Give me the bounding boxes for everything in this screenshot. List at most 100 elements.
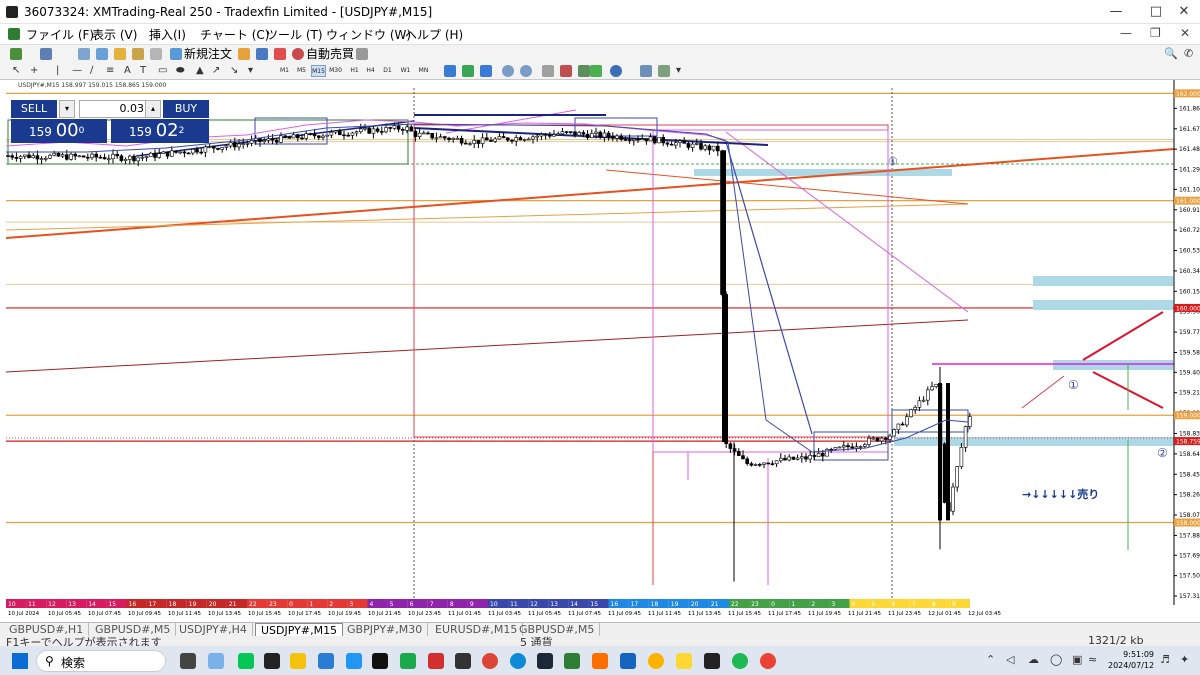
tab-gbpjpy-m30[interactable]: GBPJPY#,M30 [342, 623, 429, 637]
chrome-icon[interactable] [482, 653, 498, 669]
buy-button[interactable]: BUY [163, 100, 209, 118]
line-app-icon[interactable] [238, 653, 254, 669]
vertical-line-icon[interactable]: | [56, 64, 59, 78]
spotify-icon[interactable] [732, 653, 748, 669]
lot-down-icon[interactable]: ▾ [59, 100, 75, 118]
app-pin-icon[interactable] [564, 653, 580, 669]
ellipse-icon[interactable]: ⬬ [176, 64, 185, 78]
zoom-in-icon[interactable] [502, 65, 514, 77]
timeframe-m30[interactable]: M30 [328, 65, 343, 77]
menu-tools[interactable]: ツール (T) [266, 26, 323, 43]
timeframe-w1[interactable]: W1 [398, 65, 413, 77]
word-icon[interactable] [318, 653, 334, 669]
tray-pen-icon[interactable]: ◁ [1006, 653, 1014, 666]
mdi-minimize-icon[interactable]: — [1120, 26, 1132, 40]
auto-scroll-icon[interactable] [560, 65, 572, 77]
new-order-icon[interactable] [170, 48, 182, 60]
timeframe-h4[interactable]: H4 [363, 65, 378, 77]
app-check-icon[interactable] [290, 653, 306, 669]
taskbar-search[interactable]: ⚲ 検索 [36, 650, 166, 672]
auto-trading-icon[interactable] [292, 48, 304, 60]
windows-start-icon[interactable] [12, 653, 28, 669]
crosshair-icon[interactable]: + [30, 64, 38, 78]
sell-price[interactable]: 159 000 [11, 119, 107, 143]
minimize-icon[interactable]: — [1096, 2, 1136, 22]
triangle-icon[interactable]: ▲ [196, 64, 204, 78]
search-icon[interactable]: 🔍 [1164, 47, 1178, 61]
chart-area[interactable]: 161.860 161.670 161.480 161.290 161.105 160.9… [6, 80, 1200, 620]
taskbar-clock[interactable]: 9:51:09 2024/07/12 [1108, 649, 1154, 671]
data-window-icon[interactable] [96, 48, 108, 60]
horizontal-line-icon[interactable]: — [72, 64, 82, 78]
tab-usdjpy-m15[interactable]: USDJPY#,M15 [255, 623, 344, 637]
menu-insert[interactable]: 挿入(I) [149, 26, 186, 43]
menu-help[interactable]: ヘルプ (H) [405, 26, 463, 43]
xm-app-icon[interactable] [372, 653, 388, 669]
timeframe-mn[interactable]: MN [416, 65, 431, 77]
toolbar-more-icon[interactable]: ▾ [676, 64, 681, 78]
app-fx-icon[interactable] [428, 653, 444, 669]
app-bolt-icon[interactable] [620, 653, 636, 669]
trendline-icon[interactable]: ∕ [90, 64, 93, 78]
sell-button[interactable]: SELL [11, 100, 57, 118]
steam-icon[interactable] [537, 653, 553, 669]
tray-chevron-icon[interactable]: ⌃ [986, 653, 995, 666]
templates-icon[interactable] [640, 65, 652, 77]
tab-eurusd-m15[interactable]: EURUSD#,M15 [430, 623, 524, 637]
price-chart[interactable]: 161.860 161.670 161.480 161.290 161.105 160.9… [6, 80, 1200, 620]
channel-icon[interactable]: ≡ [106, 64, 114, 78]
chrome-profile-icon[interactable] [760, 653, 776, 669]
community-icon[interactable]: ✆ [1184, 47, 1193, 61]
tile-windows-icon[interactable] [542, 65, 554, 77]
tray-app-icon[interactable]: ▣ [1072, 653, 1082, 666]
copilot-icon[interactable]: ✦ [1180, 653, 1189, 666]
buy-price[interactable]: 159 022 [111, 119, 209, 143]
task-view-icon[interactable] [180, 653, 196, 669]
lot-up-icon[interactable]: ▴ [145, 100, 161, 118]
line-chart-icon[interactable] [480, 65, 492, 77]
edge-icon[interactable] [510, 653, 526, 669]
new-chart-icon[interactable] [10, 48, 22, 60]
print-icon[interactable] [356, 48, 368, 60]
app-green-icon[interactable] [400, 653, 416, 669]
objects-icon[interactable] [658, 65, 670, 77]
candlestick-icon[interactable] [462, 65, 474, 77]
rectangle-icon[interactable]: ▭ [158, 64, 167, 78]
app-dark-icon[interactable] [455, 653, 471, 669]
notification-bell-icon[interactable]: ♬ [1160, 653, 1170, 666]
close-icon[interactable]: ✕ [1164, 2, 1200, 22]
auto-trading-button[interactable]: 自動売買 [306, 47, 354, 61]
tab-usdjpy-h4[interactable]: USDJPY#,H4 [174, 623, 253, 637]
signals-icon[interactable] [256, 48, 268, 60]
tray-sync-icon[interactable]: ◯ [1050, 653, 1062, 666]
periods-icon[interactable] [610, 65, 622, 77]
mdi-restore-icon[interactable]: ❐ [1150, 26, 1161, 40]
mdi-close-icon[interactable]: ✕ [1180, 26, 1190, 40]
navigator-icon[interactable] [114, 48, 126, 60]
tester-icon[interactable] [150, 48, 162, 60]
lot-size-input[interactable]: 0.03 [79, 100, 149, 118]
arrow-down-icon[interactable]: ↘ [230, 64, 238, 78]
zoom-out-icon[interactable] [520, 65, 532, 77]
sticky-notes-icon[interactable] [676, 653, 692, 669]
app-w-icon[interactable] [346, 653, 362, 669]
more-tools-icon[interactable]: ▾ [248, 64, 253, 78]
menu-view[interactable]: 表示 (V) [92, 26, 137, 43]
menu-chart[interactable]: チャート (C) [200, 26, 269, 43]
cursor-icon[interactable]: ↖ [12, 64, 20, 78]
menu-window[interactable]: ウィンドウ (W) [326, 26, 411, 43]
app-black-icon[interactable] [704, 653, 720, 669]
menu-file[interactable]: ファイル (F) [26, 26, 94, 43]
timeframe-m1[interactable]: M1 [277, 65, 292, 77]
new-order-button[interactable]: 新規注文 [184, 47, 232, 61]
app-orange-icon[interactable] [592, 653, 608, 669]
tab-gbpusd-h1[interactable]: GBPUSD#,H1 [4, 623, 90, 637]
terminal-icon[interactable] [132, 48, 144, 60]
timeframe-h1[interactable]: H1 [347, 65, 362, 77]
timeframe-m5[interactable]: M5 [294, 65, 309, 77]
market-icon[interactable] [274, 48, 286, 60]
tab-gbpusd-m5[interactable]: GBPUSD#,M5 [90, 623, 177, 637]
metaeditor-icon[interactable] [238, 48, 250, 60]
timeframe-m15[interactable]: M15 [311, 65, 326, 77]
bar-chart-icon[interactable] [444, 65, 456, 77]
